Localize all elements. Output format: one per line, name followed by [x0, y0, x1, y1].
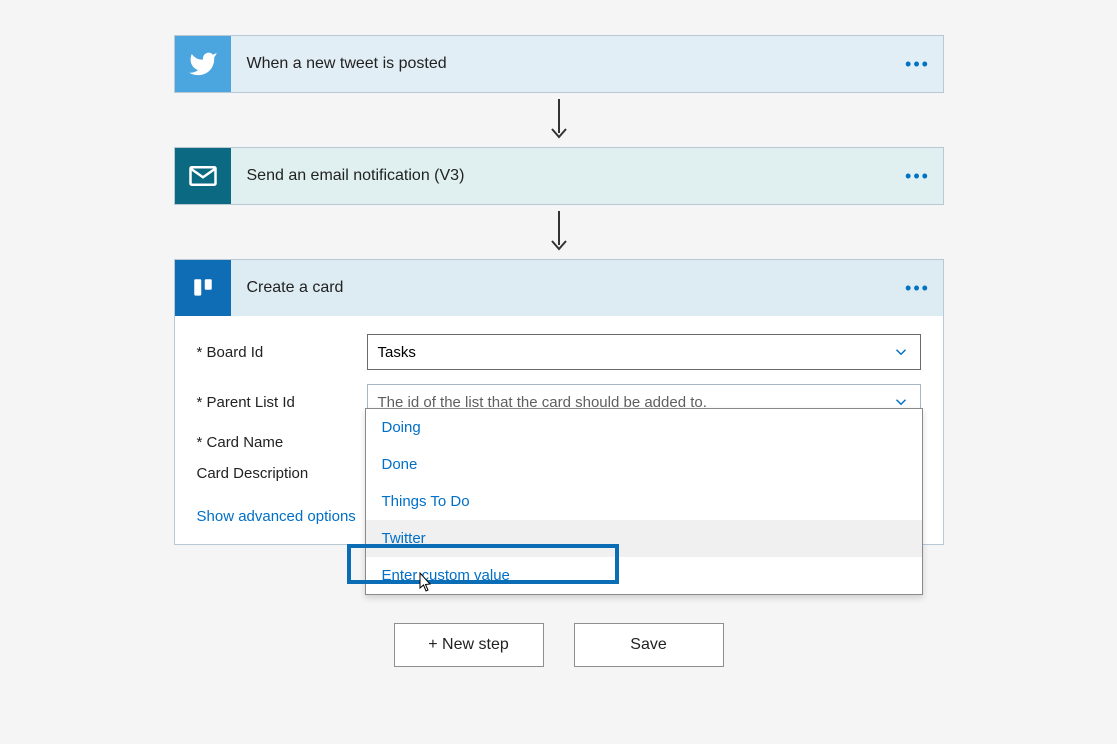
- trigger-step[interactable]: When a new tweet is posted •••: [174, 35, 944, 93]
- email-title: Send an email notification (V3): [231, 167, 893, 185]
- chevron-down-icon: [892, 343, 910, 361]
- parent-list-label: * Parent List Id: [197, 394, 367, 411]
- twitter-icon: [175, 36, 231, 92]
- dropdown-option-done[interactable]: Done: [366, 446, 922, 483]
- trello-menu-button[interactable]: •••: [893, 278, 943, 299]
- show-advanced-link[interactable]: Show advanced options: [197, 508, 356, 525]
- board-id-row: * Board Id Tasks: [197, 334, 921, 370]
- arrow-connector: [539, 99, 579, 141]
- arrow-connector: [539, 211, 579, 253]
- trigger-title: When a new tweet is posted: [231, 55, 893, 73]
- board-id-select[interactable]: Tasks: [367, 334, 921, 370]
- dropdown-option-custom[interactable]: Enter custom value: [366, 557, 922, 594]
- trello-icon: [175, 260, 231, 316]
- dropdown-option-things-to-do[interactable]: Things To Do: [366, 483, 922, 520]
- card-name-label: * Card Name: [197, 434, 367, 451]
- trello-step-body: * Board Id Tasks * Parent List Id The id…: [174, 316, 944, 545]
- email-menu-button[interactable]: •••: [893, 166, 943, 187]
- dropdown-option-twitter[interactable]: Twitter: [366, 520, 922, 557]
- card-description-label: Card Description: [197, 465, 367, 482]
- dropdown-option-doing[interactable]: Doing: [366, 409, 922, 446]
- trello-title: Create a card: [231, 279, 893, 297]
- new-step-button[interactable]: + New step: [394, 623, 544, 667]
- trello-step: Create a card •••: [174, 259, 944, 316]
- email-step[interactable]: Send an email notification (V3) •••: [174, 147, 944, 205]
- board-id-label: * Board Id: [197, 344, 367, 361]
- trigger-menu-button[interactable]: •••: [893, 54, 943, 75]
- save-button[interactable]: Save: [574, 623, 724, 667]
- parent-list-dropdown: Doing Done Things To Do Twitter Enter cu…: [365, 408, 923, 595]
- board-id-value: Tasks: [378, 344, 416, 361]
- email-icon: [175, 148, 231, 204]
